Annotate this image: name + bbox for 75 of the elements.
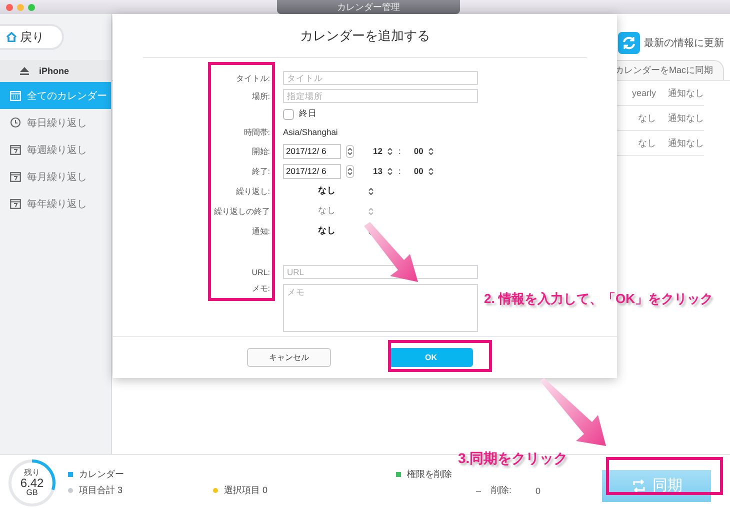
delete-label: 削除: bbox=[491, 484, 512, 497]
minimize-light[interactable] bbox=[17, 4, 24, 10]
sync-icon bbox=[630, 478, 646, 494]
dropdown[interactable]: なし bbox=[283, 185, 483, 197]
field-label: 開始: bbox=[252, 146, 270, 156]
field-label: 通知: bbox=[252, 226, 270, 236]
calendar-icon bbox=[10, 90, 21, 101]
date-field[interactable]: 2017/12/ 6 bbox=[283, 144, 341, 158]
clock-icon bbox=[10, 117, 21, 128]
up-down-chevron-icon bbox=[428, 166, 434, 176]
sidebar-item[interactable]: 毎週繰り返し bbox=[0, 136, 111, 163]
table-cell: なし bbox=[638, 112, 656, 124]
field-label: 場所: bbox=[252, 90, 270, 102]
timezone-value: Asia/Shanghai bbox=[283, 127, 339, 137]
up-down-chevron-icon bbox=[387, 166, 394, 176]
field-label: 繰り返し: bbox=[236, 186, 270, 196]
field-label: 繰り返しの終了 bbox=[214, 206, 270, 216]
storage-value: 6.42 bbox=[20, 476, 44, 488]
cancel-button[interactable]: キャンセル bbox=[247, 348, 331, 367]
table-cell: なし bbox=[638, 136, 656, 150]
time-separator: : bbox=[398, 146, 401, 156]
delete-count: 0 bbox=[536, 486, 541, 496]
sidebar-item[interactable]: 毎月繰り返し bbox=[0, 163, 111, 190]
legend-label: 項目合計 3 bbox=[79, 484, 123, 497]
pointer-arrow bbox=[362, 222, 420, 284]
stepper-icon[interactable] bbox=[346, 144, 354, 158]
stepper-icon[interactable] bbox=[346, 164, 354, 178]
field-label: タイトル: bbox=[236, 72, 270, 84]
text-field[interactable]: URL bbox=[283, 265, 478, 279]
field-label: URL: bbox=[252, 268, 270, 276]
table-cell: yearly bbox=[632, 88, 656, 98]
sidebar-item[interactable]: 毎年繰り返し bbox=[0, 190, 111, 217]
storage-unit: GB bbox=[26, 488, 38, 496]
date-field[interactable]: 2017/12/ 6 bbox=[283, 164, 341, 178]
checkbox[interactable] bbox=[283, 108, 294, 120]
table-cell: 通知なし bbox=[668, 86, 704, 100]
delete-mark: – bbox=[476, 486, 482, 496]
checkbox-label: 終日 bbox=[299, 108, 317, 120]
zoom-light[interactable] bbox=[28, 4, 35, 10]
field-label: 終了: bbox=[252, 166, 270, 176]
time-separator: : bbox=[398, 166, 401, 176]
instruction-text: 2. 情報を入力して、「OK」をクリック bbox=[484, 290, 713, 308]
home-icon bbox=[6, 32, 17, 42]
hour-value[interactable]: 13 bbox=[373, 166, 382, 176]
calendar-icon bbox=[10, 144, 21, 155]
legend-label: 選択項目 0 bbox=[224, 484, 268, 497]
field-label: メモ: bbox=[252, 283, 270, 294]
text-field[interactable]: タイトル bbox=[283, 71, 478, 85]
up-down-chevron-icon bbox=[387, 146, 394, 156]
instruction-text: 3.同期をクリック bbox=[458, 450, 568, 468]
eject-icon bbox=[20, 67, 29, 75]
up-down-chevron-icon bbox=[368, 186, 374, 196]
memo-field[interactable]: メモ bbox=[283, 284, 478, 332]
refresh-button[interactable]: 最新の情報に更新 bbox=[618, 32, 724, 54]
up-down-chevron-icon bbox=[368, 206, 374, 216]
text-field[interactable]: 指定場所 bbox=[283, 89, 478, 103]
legend-label: 権限を削除 bbox=[407, 468, 452, 481]
table-cell: 通知なし bbox=[668, 112, 704, 124]
close-light[interactable] bbox=[6, 4, 13, 10]
up-down-chevron-icon bbox=[428, 146, 434, 156]
sidebar-item[interactable]: 毎日繰り返し bbox=[0, 109, 111, 136]
calendar-icon bbox=[10, 171, 21, 182]
back-button[interactable]: 戻り bbox=[0, 24, 64, 50]
calendar-icon bbox=[10, 198, 21, 209]
storage-caption: 残り bbox=[24, 468, 40, 476]
minute-value[interactable]: 00 bbox=[414, 146, 424, 156]
legend-label: カレンダー bbox=[79, 468, 124, 481]
dialog-title: カレンダーを追加する bbox=[299, 26, 431, 44]
hour-value[interactable]: 12 bbox=[373, 146, 382, 156]
field-label: 時間帯: bbox=[244, 126, 270, 138]
table-cell: 通知なし bbox=[668, 136, 704, 150]
window-title: カレンダー管理 bbox=[277, 0, 460, 14]
minute-value[interactable]: 00 bbox=[414, 166, 424, 176]
device-header[interactable]: iPhone bbox=[0, 60, 111, 82]
pointer-arrow bbox=[538, 378, 608, 448]
